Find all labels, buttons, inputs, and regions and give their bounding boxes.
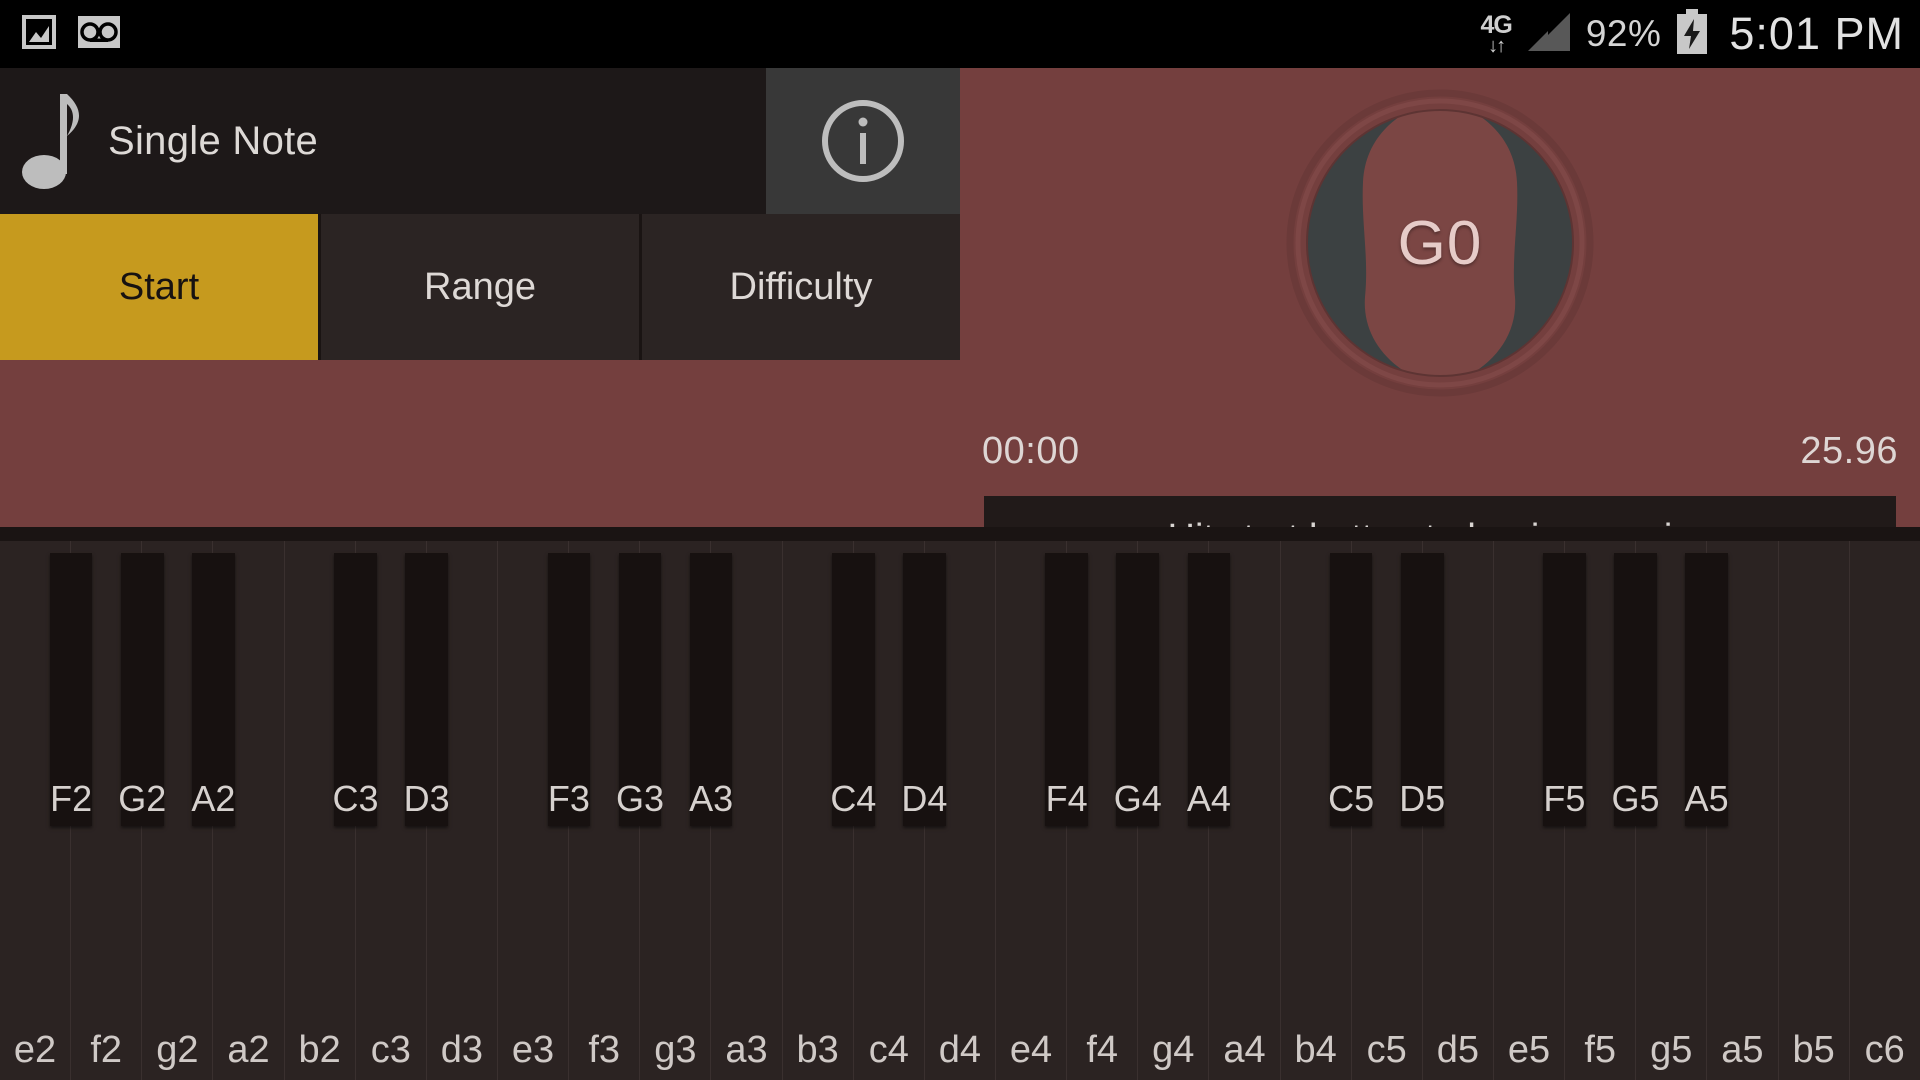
white-key-label: a4 [1223,1029,1266,1071]
white-key-label: b3 [796,1029,839,1071]
black-key[interactable]: G2 [118,553,167,826]
white-key-label: d5 [1436,1029,1480,1071]
black-key[interactable]: C5 [1328,553,1375,826]
white-key-label: c4 [868,1029,909,1071]
pitch-gauge[interactable]: G0 [1279,82,1601,404]
white-key-label: g4 [1152,1029,1195,1071]
signal-strength-icon [1526,10,1572,59]
black-key[interactable]: C4 [830,553,877,826]
black-key-label: C5 [1328,778,1375,819]
black-key-row: F2 G2 A2 C3 D3 F3 G3 A3 C4 D4 F4 G4 A4 C5 D5 F5 G5 A5 [0,541,1920,826]
info-icon [822,100,904,182]
status-bar-left-icons [22,14,120,55]
battery-percent-label: 92% [1585,13,1662,54]
black-key-label: C4 [830,778,877,819]
white-key-label: f2 [90,1029,123,1071]
white-key-label: a5 [1721,1029,1764,1071]
black-key[interactable]: A2 [191,553,236,826]
page-title: Single Note [108,118,319,163]
white-key-label: e3 [511,1029,555,1071]
tab-difficulty[interactable]: Difficulty [642,214,960,360]
black-key[interactable]: A5 [1684,553,1729,826]
white-key-label: b2 [298,1029,341,1071]
black-key-label: G5 [1611,778,1660,819]
voicemail-icon [78,15,120,53]
black-key-label: F2 [50,778,93,819]
white-key-label: c3 [370,1029,411,1071]
black-key[interactable]: G4 [1113,553,1162,826]
white-key-label: a2 [227,1029,270,1071]
black-key-label: D4 [901,778,948,819]
black-key-label: A5 [1684,778,1729,819]
screenshot-icon [22,14,56,55]
black-key[interactable]: F3 [547,553,591,826]
current-note-readout: G0 [1397,208,1483,278]
black-key[interactable]: G3 [615,553,664,826]
black-key-label: D3 [403,778,450,819]
black-key-label: G3 [615,778,664,819]
total-time-label: 25.96 [1800,429,1898,472]
exercise-readout-panel: G0 00:00 25.96 Hit start button to begin… [960,68,1920,580]
white-key-label: f5 [1584,1029,1617,1071]
white-key-label: b5 [1792,1029,1835,1071]
status-bar-right-icons: 4G ↓↑ 92% 5:01 PM [1480,8,1904,60]
mode-tab-bar: Start Range Difficulty [0,214,960,360]
black-key[interactable]: F2 [49,553,93,826]
white-key-label: a3 [725,1029,768,1071]
info-button[interactable] [766,68,960,214]
white-key-label: b4 [1294,1029,1337,1071]
black-key[interactable]: A4 [1186,553,1231,826]
tab-range-label: Range [424,265,536,308]
black-key[interactable]: G5 [1611,553,1660,826]
black-key-label: G4 [1113,778,1162,819]
panel-keyboard-separator [0,527,1920,541]
android-status-bar: 4G ↓↑ 92% 5:01 PM [0,0,1920,68]
white-key-label: f3 [588,1029,621,1071]
white-key-label: e4 [1009,1029,1053,1071]
tab-start[interactable]: Start [0,214,321,360]
network-type-label: 4G [1480,10,1512,39]
piano-keyboard: e2 f2 g2 a2 b2 c3 d3 e3 f3 g3 a3 b3 c4 d4 e4 f4 g4 a4 b4 c5… [0,541,1920,1080]
black-key[interactable]: C3 [332,553,379,826]
clock-label: 5:01 PM [1729,8,1904,59]
white-key-label: e5 [1507,1029,1551,1071]
black-key-label: G2 [118,778,167,819]
tab-start-label: Start [118,265,200,308]
left-panel-filler [0,360,960,527]
white-key-label: g5 [1650,1029,1693,1071]
white-key-label: g2 [156,1029,199,1071]
black-key-label: F4 [1045,778,1088,819]
black-key[interactable]: D3 [403,553,450,826]
white-key-label: d3 [440,1029,484,1071]
black-key-label: A4 [1186,778,1231,819]
battery-charging-icon [1675,8,1709,60]
data-transfer-arrows: ↓↑ [1488,34,1506,57]
black-key-label: C3 [332,778,379,819]
black-key[interactable]: D4 [901,553,948,826]
black-key[interactable]: F5 [1543,553,1586,826]
white-key-label: c6 [1864,1029,1905,1071]
black-key-label: F5 [1543,778,1586,819]
white-key-label: c5 [1366,1029,1407,1071]
white-key-label: d4 [938,1029,982,1071]
white-key-label: f4 [1086,1029,1119,1071]
black-key-label: A3 [689,778,734,819]
black-key-label: F3 [547,778,590,819]
white-key-label: g3 [654,1029,697,1071]
tab-difficulty-label: Difficulty [729,265,873,308]
white-key-label: e2 [13,1029,57,1071]
black-key-label: A2 [191,778,236,819]
app-root: 4G ↓↑ 92% 5:01 PM Single Note Start Rang… [0,0,1920,1080]
black-key[interactable]: D5 [1399,553,1446,826]
black-key-label: D5 [1399,778,1446,819]
elapsed-time-label: 00:00 [982,429,1080,472]
black-key[interactable]: F4 [1045,553,1088,826]
app-title-bar: Single Note [0,68,766,214]
timer-row: 00:00 25.96 [960,423,1920,479]
network-type-icon: 4G ↓↑ [1480,10,1512,57]
music-note-icon [0,88,108,194]
black-key[interactable]: A3 [689,553,734,826]
tab-range[interactable]: Range [321,214,642,360]
